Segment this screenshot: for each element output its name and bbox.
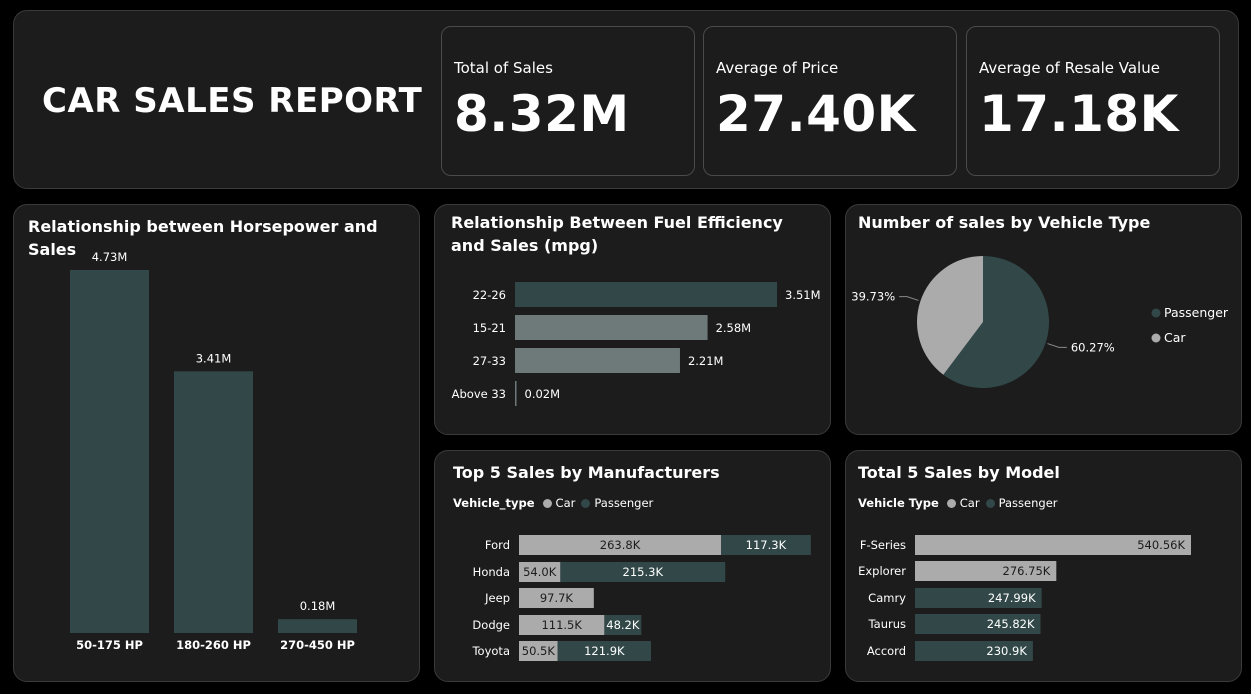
tick-label: Accord: [867, 644, 906, 658]
tick-label: 27-33: [473, 354, 506, 368]
tick-label: Camry: [868, 591, 906, 605]
kpi-card-total-sales[interactable]: Total of Sales 8.32M: [441, 26, 695, 176]
fuel-efficiency-bar-chart: 22-26 3.51M 15-21 2.58M 27-33 2.21M Above 33 0.…: [452, 282, 821, 406]
data-label: 48.2K: [606, 618, 640, 632]
kpi-label: Total of Sales: [454, 59, 553, 77]
data-label: 60.27%: [1071, 340, 1115, 354]
kpi-card-average-price[interactable]: Average of Price 27.40K: [703, 26, 957, 176]
data-label: 2.21M: [688, 354, 724, 368]
kpi-value: 8.32M: [454, 85, 630, 143]
bar[interactable]: [515, 315, 708, 340]
bar[interactable]: [70, 270, 149, 633]
legend-swatch[interactable]: [1151, 333, 1161, 343]
data-label: 0.02M: [525, 387, 561, 401]
bar[interactable]: [174, 371, 253, 633]
legend-swatch[interactable]: [1151, 308, 1161, 318]
kpi-label: Average of Price: [716, 59, 839, 77]
vehicle-type-pie-chart: 60.27% 39.73% Passenger Car: [851, 256, 1229, 388]
tick-label: Explorer: [858, 564, 906, 578]
tick-label: 22-26: [473, 288, 506, 302]
data-label: 0.18M: [300, 599, 336, 613]
report-title: CAR SALES REPORT: [42, 81, 423, 121]
tick-label: 15-21: [473, 321, 506, 335]
bar[interactable]: [278, 619, 357, 633]
kpi-value: 27.40K: [716, 85, 916, 143]
tick-label: Toyota: [471, 644, 510, 658]
data-label: 121.9K: [584, 644, 625, 658]
tick-label: Jeep: [484, 591, 510, 605]
data-label: 97.7K: [540, 591, 574, 605]
tick-label: Ford: [485, 538, 510, 552]
tick-label: Taurus: [868, 617, 906, 631]
kpi-card-average-resale[interactable]: Average of Resale Value 17.18K: [966, 26, 1220, 176]
data-label: 245.82K: [987, 617, 1035, 631]
legend-label: Car: [1164, 330, 1186, 345]
leader-line[interactable]: [1047, 343, 1067, 348]
tick-label: 50-175 HP: [76, 638, 143, 652]
data-label: 215.3K: [623, 565, 664, 579]
leader-line[interactable]: [899, 296, 919, 301]
tick-label: F-Series: [860, 538, 906, 552]
data-label: 39.73%: [851, 290, 895, 304]
bar[interactable]: [515, 348, 680, 373]
tick-label: 270-450 HP: [280, 638, 355, 652]
bar[interactable]: [515, 381, 517, 406]
tick-label: Above 33: [452, 387, 506, 401]
data-label: 2.58M: [716, 321, 752, 335]
data-label: 247.99K: [988, 591, 1036, 605]
manufacturers-bar-chart: Ford 263.8K 117.3K Honda 54.0K 215.3K Jeep 97.7…: [471, 535, 811, 661]
kpi-label: Average of Resale Value: [979, 59, 1160, 77]
data-label: 54.0K: [523, 565, 557, 579]
tick-label: Honda: [473, 565, 510, 579]
kpi-value: 17.18K: [979, 85, 1179, 143]
tick-label: 180-260 HP: [176, 638, 251, 652]
horsepower-bar-chart: 4.73M 50-175 HP 3.41M 180-260 HP 0.18M 270-45…: [70, 250, 357, 652]
data-label: 540.56K: [1137, 538, 1185, 552]
data-label: 230.9K: [986, 644, 1027, 658]
data-label: 3.41M: [196, 351, 232, 365]
tick-label: Dodge: [472, 618, 510, 632]
data-label: 50.5K: [522, 644, 556, 658]
bar[interactable]: [515, 282, 777, 307]
data-label: 4.73M: [92, 250, 128, 264]
data-label: 263.8K: [600, 538, 641, 552]
data-label: 111.5K: [541, 618, 582, 632]
data-label: 3.51M: [785, 288, 821, 302]
data-label: 117.3K: [746, 538, 787, 552]
models-bar-chart: F-Series 540.56K Explorer 276.75K Camry 247.9…: [858, 535, 1191, 661]
data-label: 276.75K: [1003, 564, 1051, 578]
legend-label: Passenger: [1164, 305, 1229, 320]
